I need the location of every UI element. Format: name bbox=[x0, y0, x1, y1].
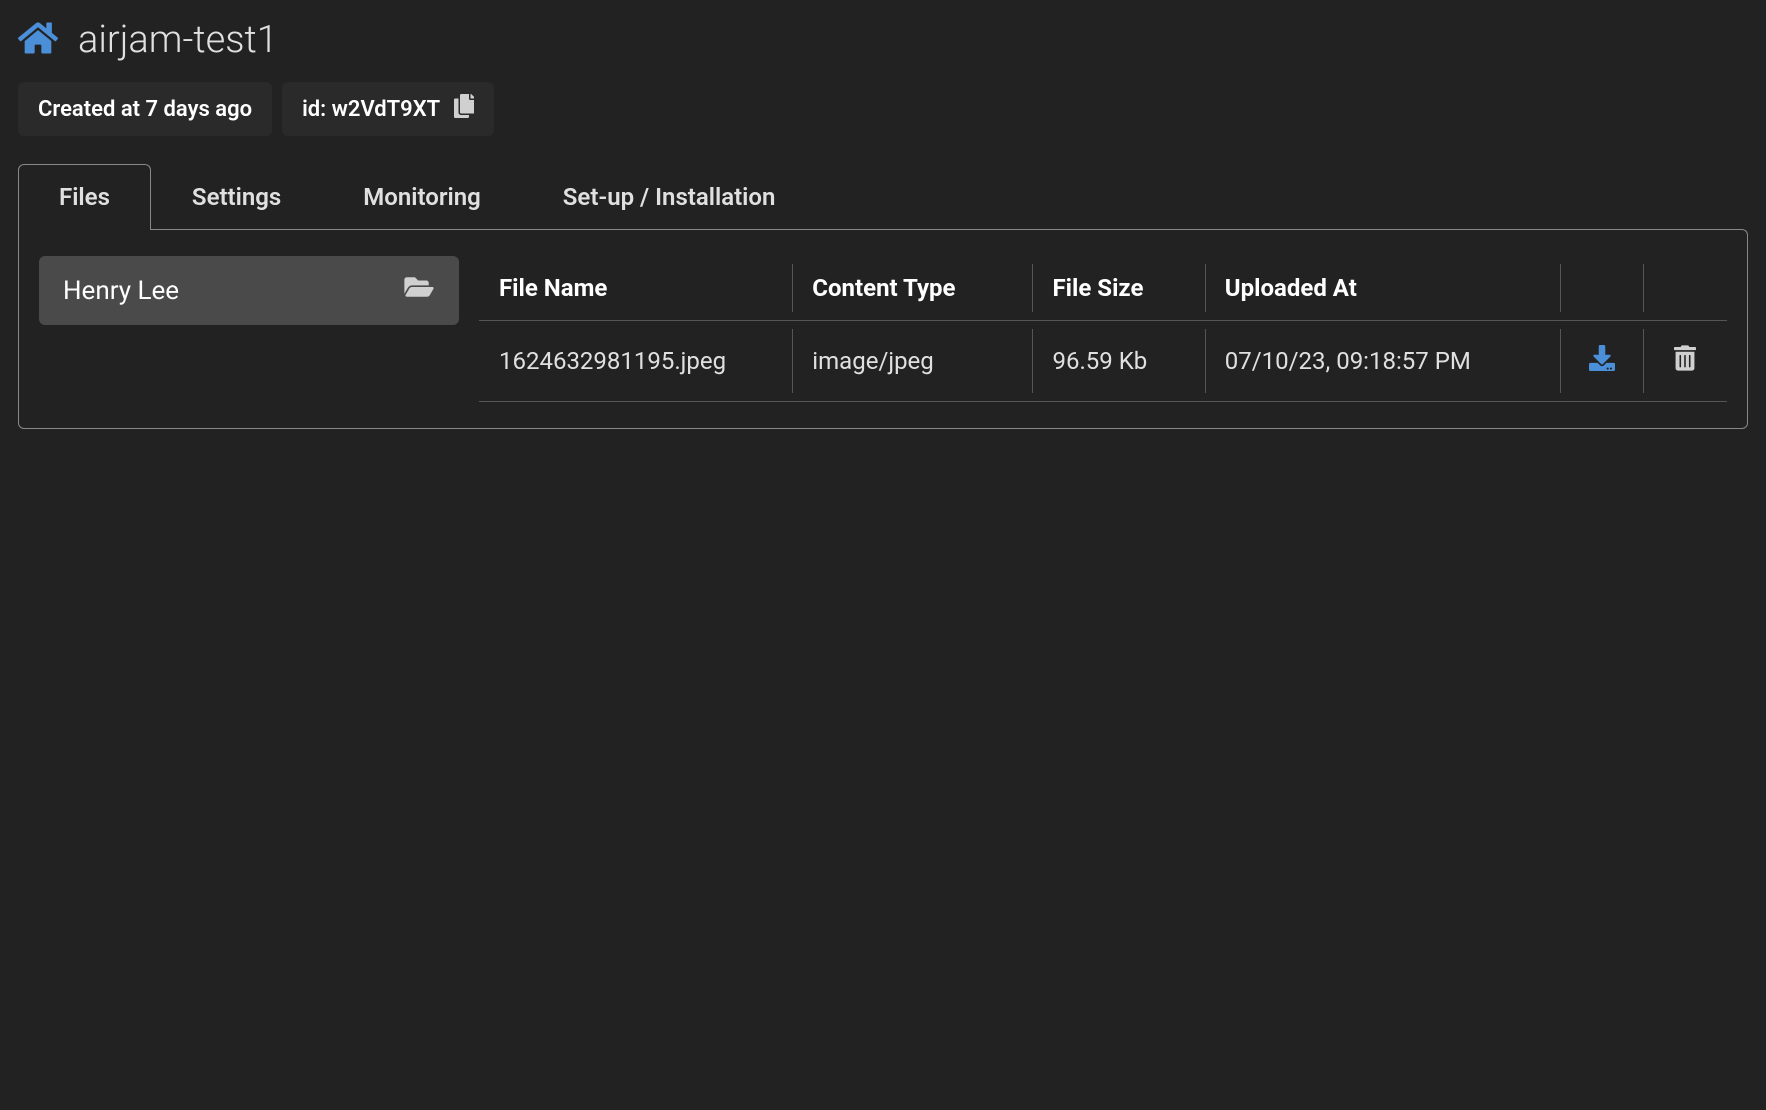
folder-open-icon bbox=[403, 274, 435, 307]
tab-monitoring-label: Monitoring bbox=[363, 183, 481, 211]
page-title: airjam-test1 bbox=[78, 18, 278, 62]
tab-files[interactable]: Files bbox=[18, 164, 151, 230]
header-content-type: Content Type bbox=[792, 256, 1032, 321]
folder-sidebar: Henry Lee bbox=[39, 256, 459, 402]
home-icon[interactable] bbox=[18, 20, 58, 60]
tab-settings-label: Settings bbox=[192, 183, 281, 211]
download-icon[interactable] bbox=[1589, 349, 1615, 377]
created-at-label: Created at 7 days ago bbox=[38, 97, 252, 122]
header-delete bbox=[1643, 256, 1727, 321]
tab-settings[interactable]: Settings bbox=[151, 164, 322, 229]
meta-row: Created at 7 days ago id: w2VdT9XT bbox=[18, 82, 1748, 136]
tab-content: Henry Lee File Name Content Type File Si… bbox=[18, 229, 1748, 429]
cell-download bbox=[1560, 321, 1644, 402]
tab-setup-label: Set-up / Installation bbox=[563, 183, 776, 211]
table-header-row: File Name Content Type File Size Uploade… bbox=[479, 256, 1727, 321]
created-at-badge: Created at 7 days ago bbox=[18, 82, 272, 136]
folder-name: Henry Lee bbox=[63, 276, 179, 306]
cell-file-name: 1624632981195.jpeg bbox=[479, 321, 792, 402]
id-badge: id: w2VdT9XT bbox=[282, 82, 494, 136]
id-label: id: w2VdT9XT bbox=[302, 97, 440, 122]
copy-icon[interactable] bbox=[452, 94, 474, 124]
header-uploaded-at: Uploaded At bbox=[1205, 256, 1560, 321]
table-row: 1624632981195.jpeg image/jpeg 96.59 Kb 0… bbox=[479, 321, 1727, 402]
cell-delete bbox=[1643, 321, 1727, 402]
trash-icon[interactable] bbox=[1674, 349, 1696, 377]
tab-setup[interactable]: Set-up / Installation bbox=[522, 164, 817, 229]
header-file-size: File Size bbox=[1032, 256, 1204, 321]
folder-item[interactable]: Henry Lee bbox=[39, 256, 459, 325]
tab-files-label: Files bbox=[59, 183, 110, 211]
header-file-name: File Name bbox=[479, 256, 792, 321]
cell-uploaded-at: 07/10/23, 09:18:57 PM bbox=[1205, 321, 1560, 402]
file-table: File Name Content Type File Size Uploade… bbox=[479, 256, 1727, 402]
tab-monitoring[interactable]: Monitoring bbox=[322, 164, 522, 229]
tabs: Files Settings Monitoring Set-up / Insta… bbox=[18, 164, 1748, 229]
header-download bbox=[1560, 256, 1644, 321]
cell-content-type: image/jpeg bbox=[792, 321, 1032, 402]
cell-file-size: 96.59 Kb bbox=[1032, 321, 1204, 402]
